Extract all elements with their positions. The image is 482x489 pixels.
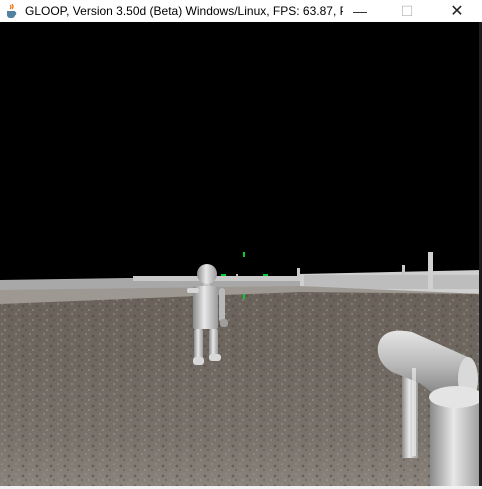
close-button[interactable]: ✕ xyxy=(434,0,480,22)
minimize-icon: — xyxy=(353,3,367,19)
close-icon: ✕ xyxy=(450,3,464,20)
minimize-button[interactable]: — xyxy=(337,0,383,22)
scene-canvas xyxy=(0,22,482,489)
java-coffee-cup-icon xyxy=(5,4,18,18)
sky xyxy=(0,22,482,280)
maximize-icon: ☐ xyxy=(400,2,414,19)
maximize-button[interactable]: ☐ xyxy=(384,0,430,22)
title-bar[interactable]: GLOOP, Version 3.50d (Beta) Windows/Linu… xyxy=(0,0,482,22)
window-title: GLOOP, Version 3.50d (Beta) Windows/Linu… xyxy=(25,4,343,18)
game-viewport[interactable] xyxy=(0,22,482,489)
game-window: GLOOP, Version 3.50d (Beta) Windows/Linu… xyxy=(0,0,482,489)
